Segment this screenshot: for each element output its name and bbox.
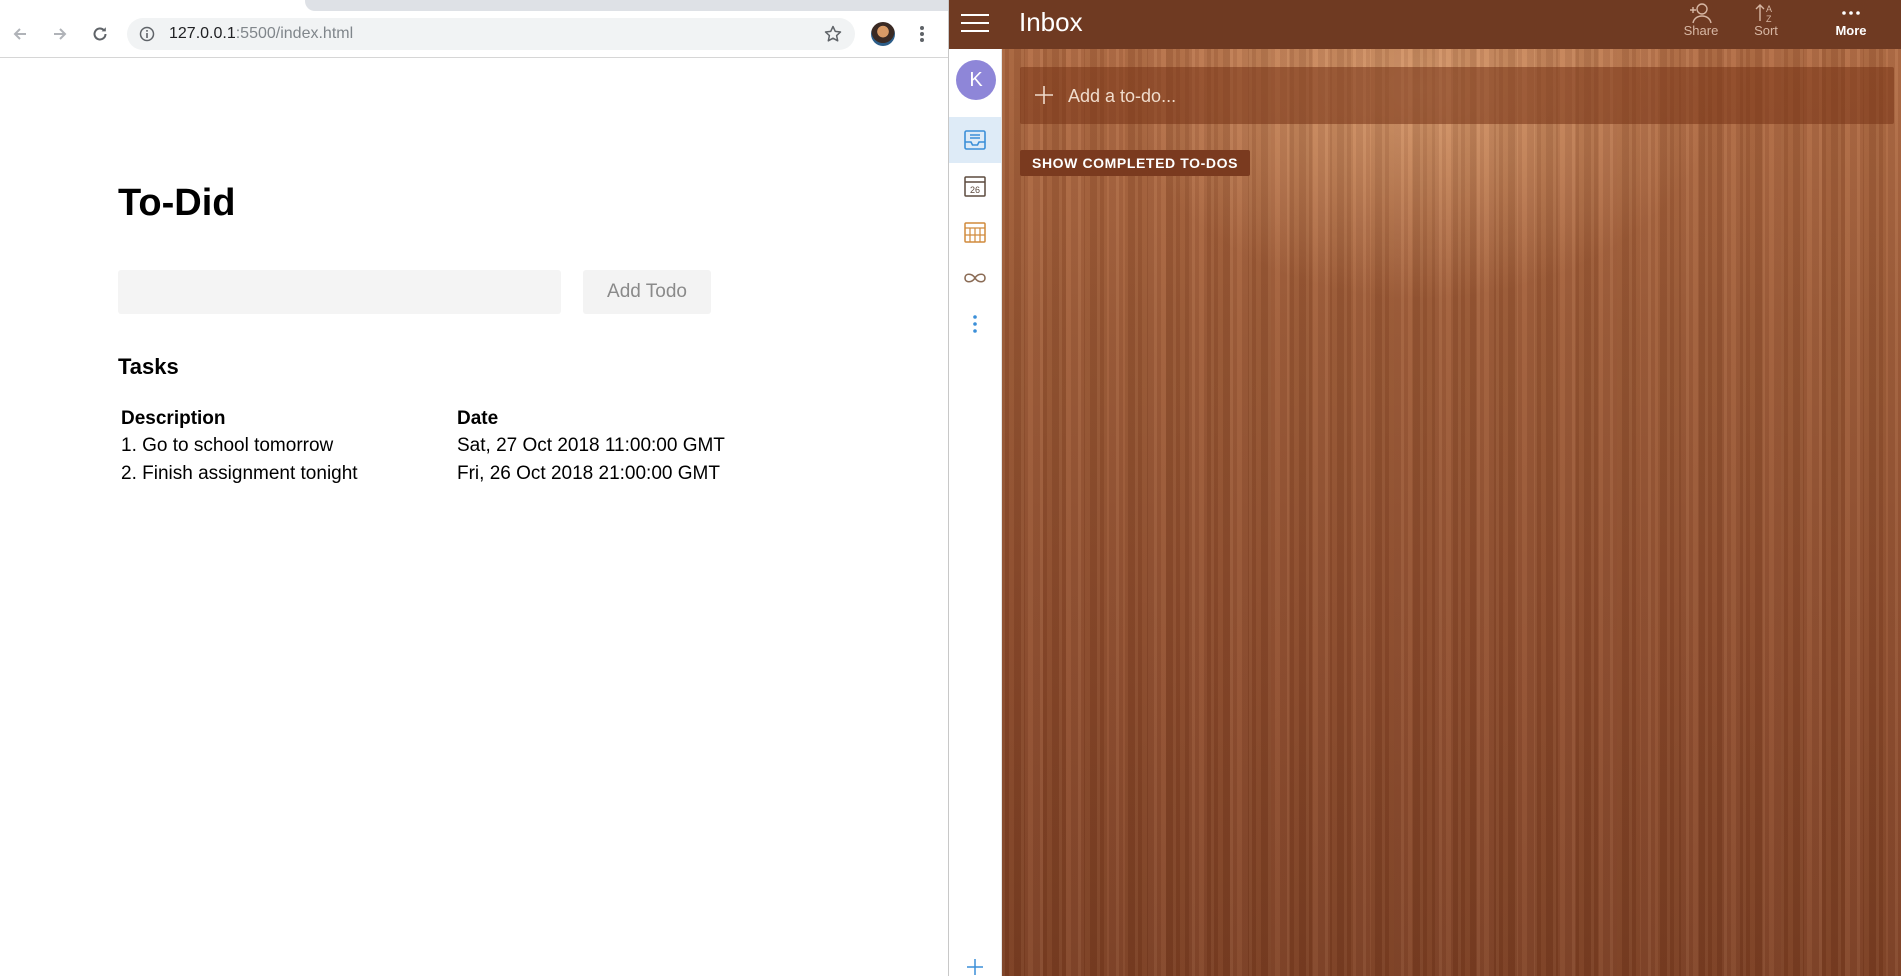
kebab-menu-icon[interactable] <box>912 22 932 46</box>
url-text: 127.0.0.1:5500/index.html <box>169 18 353 50</box>
show-completed-button[interactable]: SHOW COMPLETED TO-DOS <box>1020 150 1251 176</box>
wood-background: SHOW COMPLETED TO-DOS <box>1002 49 1901 976</box>
user-avatar[interactable]: K <box>956 60 996 100</box>
add-person-icon <box>1690 3 1712 24</box>
app-header: Inbox Share AZ Sort More <box>949 0 1901 49</box>
arrow-right-icon <box>54 28 67 40</box>
table-header-row: Description Date <box>118 406 728 432</box>
rail-more-button[interactable] <box>949 301 1001 347</box>
plus-icon <box>1035 86 1053 104</box>
sort-az-icon: AZ <box>1755 4 1772 24</box>
table-row: 2. Finish assignment tonight Fri, 26 Oct… <box>118 460 728 488</box>
side-rail: K 26 <box>949 49 1002 976</box>
url-path: :5500/index.html <box>235 25 354 42</box>
web-page: To-Did Add Todo Tasks Description Date 1… <box>0 58 948 976</box>
reload-button[interactable] <box>87 21 113 47</box>
hamburger-menu-icon[interactable] <box>961 11 989 35</box>
rail-item-today[interactable]: 26 <box>949 163 1001 209</box>
todo-input[interactable] <box>118 270 561 314</box>
tab-strip-background <box>305 0 948 11</box>
sort-label: Sort <box>1754 23 1778 38</box>
add-todo-button[interactable]: Add Todo <box>583 270 711 314</box>
add-list-icon[interactable] <box>965 957 985 976</box>
share-label: Share <box>1683 23 1719 38</box>
task-date: Sat, 27 Oct 2018 11:00:00 GMT <box>457 435 725 456</box>
add-todo-input[interactable] <box>1066 67 1870 126</box>
add-todo-bar[interactable] <box>1020 67 1894 126</box>
tasks-heading: Tasks <box>118 354 179 379</box>
url-host: 127.0.0.1 <box>169 25 236 42</box>
rail-item-inbox[interactable] <box>949 117 1001 163</box>
rail-item-week[interactable] <box>949 209 1001 255</box>
task-description: 1. Go to school tomorrow <box>121 435 334 456</box>
more-button[interactable]: More <box>1821 0 1881 49</box>
inbox-icon <box>964 130 986 150</box>
more-label: More <box>1835 23 1867 38</box>
tab-strip <box>0 0 948 11</box>
list-title: Inbox <box>1019 7 1083 37</box>
week-calendar-icon <box>964 222 986 243</box>
task-date: Fri, 26 Oct 2018 21:00:00 GMT <box>457 463 720 484</box>
forward-button[interactable] <box>47 21 73 47</box>
table-row: 1. Go to school tomorrow Sat, 27 Oct 201… <box>118 432 728 460</box>
column-header-description: Description <box>121 408 226 429</box>
column-header-date: Date <box>457 408 499 429</box>
calendar-day: 26 <box>970 185 980 195</box>
share-button[interactable]: Share <box>1671 0 1731 49</box>
profile-avatar[interactable] <box>871 22 895 46</box>
browser-toolbar: 127.0.0.1:5500/index.html <box>0 11 948 58</box>
browser-window: 127.0.0.1:5500/index.html To-Did Add Tod… <box>0 0 949 976</box>
star-icon[interactable] <box>823 24 843 44</box>
info-icon[interactable] <box>139 26 155 42</box>
svg-text:A: A <box>1766 4 1772 14</box>
todo-app-window: Inbox Share AZ Sort More K 26 Add a to-d… <box>949 0 1901 976</box>
rail-item-all[interactable] <box>949 255 1001 301</box>
page-title: To-Did <box>118 182 236 224</box>
sort-button[interactable]: AZ Sort <box>1736 0 1796 49</box>
calendar-icon: 26 <box>964 176 986 197</box>
more-dots-icon <box>1842 11 1860 15</box>
arrow-left-icon <box>13 28 26 40</box>
address-bar[interactable]: 127.0.0.1:5500/index.html <box>127 18 855 50</box>
vertical-dots-icon <box>973 315 977 333</box>
back-button[interactable] <box>7 21 33 47</box>
reload-icon <box>93 27 107 41</box>
tasks-table: Description Date 1. Go to school tomorro… <box>118 406 728 488</box>
task-description: 2. Finish assignment tonight <box>121 463 358 484</box>
infinity-icon <box>964 273 986 283</box>
